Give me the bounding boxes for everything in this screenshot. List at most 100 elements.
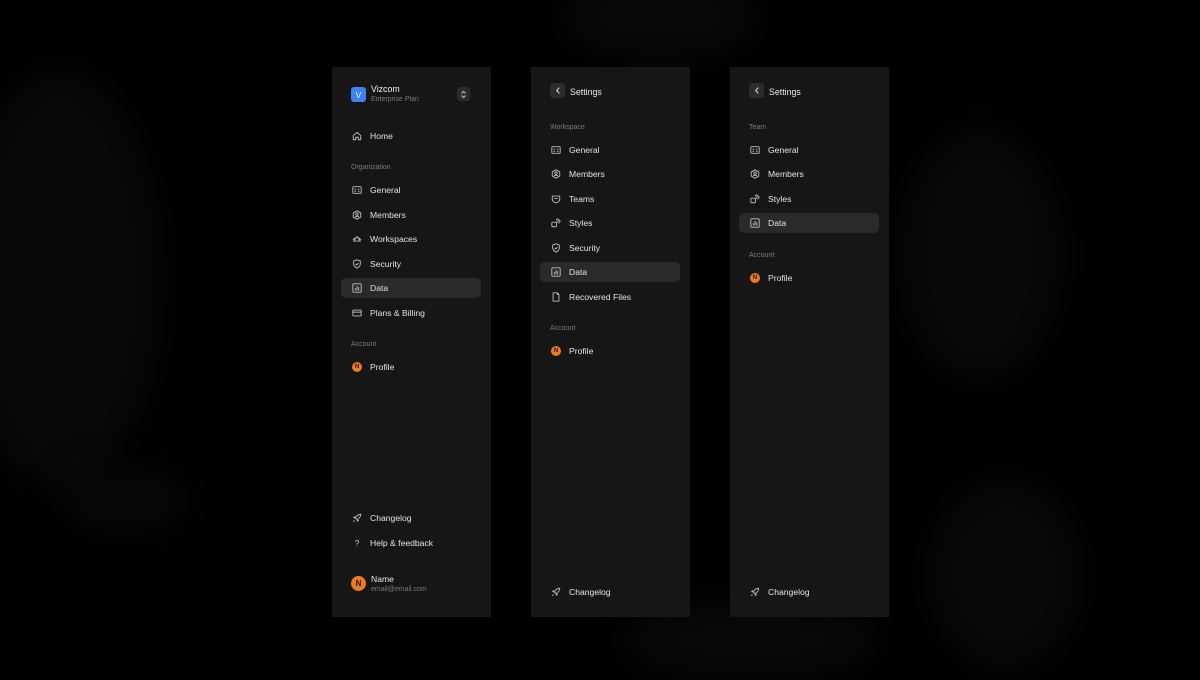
nav-item-label: Changelog [569,587,611,597]
nav-item-label: Data [569,267,588,277]
workspaces-icon [352,234,362,244]
nav-item-data[interactable]: Data [540,262,680,282]
nav-item-profile[interactable]: N Profile [739,268,879,288]
nav-item-security[interactable]: Security [341,254,481,274]
styles-icon [750,194,760,204]
nav-item-profile[interactable]: N Profile [540,341,680,361]
teams-icon [551,194,561,204]
section-heading-account: Account [351,341,377,348]
nav-item-label: Members [768,169,804,179]
rocket-icon [551,587,561,597]
nav-item-label: Members [569,169,605,179]
chevron-up-down-icon [461,90,466,98]
chevron-left-icon [555,87,560,94]
nav-item-changelog[interactable]: Changelog [739,582,879,602]
nav-item-label: Security [569,243,601,253]
user-avatar[interactable]: N [351,576,366,591]
question-icon: ? [354,538,360,548]
workspace-settings-sidebar: Settings Workspace General Members Teams… [531,67,690,617]
nav-item-label: Data [768,218,787,228]
members-icon [750,169,760,179]
rocket-icon [352,513,362,523]
nav-item-styles[interactable]: Styles [540,213,680,233]
general-icon [551,145,561,155]
nav-item-recovered-files[interactable]: Recovered Files [540,287,680,307]
nav-item-label: Plans & Billing [370,308,425,318]
nav-item-changelog[interactable]: Changelog [540,582,680,602]
section-heading-account: Account [749,252,775,259]
nav-item-label: Security [370,259,402,269]
rocket-icon [750,587,760,597]
nav-item-label: Styles [569,218,593,228]
nav-item-label: Home [370,131,393,141]
section-heading-organization: Organization [351,164,391,171]
nav-item-data[interactable]: Data [341,278,481,298]
nav-item-label: Teams [569,194,595,204]
nav-item-label: Members [370,210,406,220]
back-button[interactable] [749,83,764,98]
nav-item-profile[interactable]: N Profile [341,357,481,377]
workspace-switcher-button[interactable] [457,87,470,101]
nav-item-general[interactable]: General [540,140,680,160]
workspace-name[interactable]: Vizcom [371,84,400,94]
section-heading-workspace: Workspace [550,124,585,131]
nav-item-changelog[interactable]: Changelog [341,508,481,528]
chart-icon [750,218,760,228]
team-settings-sidebar: Settings Team General Members Styles Dat… [730,67,889,617]
general-icon [352,185,362,195]
workspace-logo: V [351,87,366,102]
background-decoration [60,470,190,530]
organization-sidebar: V Vizcom Enterprise Plan Home Organizati… [332,67,491,617]
nav-item-members[interactable]: Members [739,164,879,184]
nav-item-styles[interactable]: Styles [739,189,879,209]
nav-item-label: General [768,145,799,155]
general-icon [750,145,760,155]
members-icon [352,210,362,220]
nav-item-label: Profile [768,273,793,283]
avatar: N [551,346,561,356]
background-decoration [560,0,760,60]
shield-icon [551,243,561,253]
nav-item-label: General [370,185,401,195]
nav-item-teams[interactable]: Teams [540,189,680,209]
chart-icon [352,283,362,293]
section-heading-team: Team [749,124,767,131]
settings-title: Settings [570,87,602,97]
nav-item-general[interactable]: General [739,140,879,160]
nav-item-home[interactable]: Home [341,126,481,146]
nav-item-label: Recovered Files [569,292,632,302]
nav-item-label: Styles [768,194,792,204]
nav-item-security[interactable]: Security [540,238,680,258]
background-decoration [0,70,160,490]
home-icon [352,131,362,141]
nav-item-label: Profile [569,346,594,356]
chart-icon [551,267,561,277]
nav-item-label: Changelog [370,513,412,523]
workspace-plan: Enterprise Plan [371,96,419,103]
background-decoration [900,130,1060,380]
styles-icon [551,218,561,228]
nav-item-general[interactable]: General [341,180,481,200]
settings-title: Settings [769,87,801,97]
shield-icon [352,259,362,269]
nav-item-members[interactable]: Members [341,205,481,225]
nav-item-workspaces[interactable]: Workspaces [341,229,481,249]
nav-item-data[interactable]: Data [739,213,879,233]
back-button[interactable] [550,83,565,98]
chevron-left-icon [754,87,759,94]
nav-item-label: General [569,145,600,155]
nav-item-label: Data [370,283,389,293]
avatar: N [750,273,760,283]
nav-item-label: Help & feedback [370,538,434,548]
members-icon [551,169,561,179]
file-icon [551,292,561,302]
nav-item-plans-billing[interactable]: Plans & Billing [341,303,481,323]
nav-item-help-feedback[interactable]: ? Help & feedback [341,533,481,553]
nav-item-label: Workspaces [370,234,418,244]
nav-item-label: Profile [370,362,395,372]
avatar: N [352,362,362,372]
section-heading-account: Account [550,325,576,332]
nav-item-members[interactable]: Members [540,164,680,184]
user-name[interactable]: Name [371,574,394,584]
nav-item-label: Changelog [768,587,810,597]
